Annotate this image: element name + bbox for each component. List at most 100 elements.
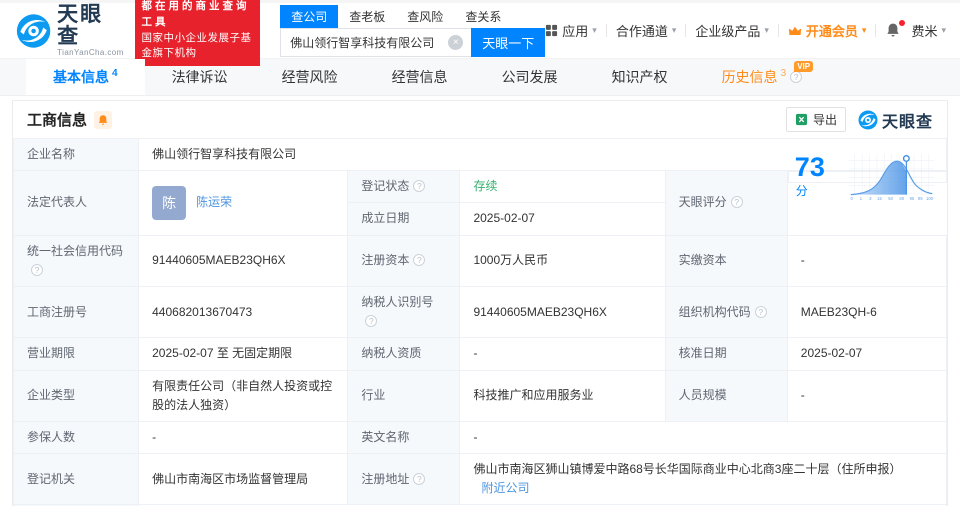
chevron-down-icon: ▾: [941, 25, 946, 35]
brand-name: 天眼查: [57, 2, 104, 48]
nav-item-enterprise-products[interactable]: 企业级产品 ▾: [695, 21, 769, 40]
label-reg-status: 登记状态?: [347, 170, 461, 204]
table-row: 营业期限 2025-02-07 至 无固定期限 纳税人资质 - 核准日期 202…: [12, 337, 948, 371]
crown-icon: [788, 25, 802, 37]
label-company-name: 企业名称: [12, 137, 140, 172]
svg-text:80: 80: [900, 196, 905, 201]
table-row: 法定代表人 陈 陈运荣 登记状态? 存续 天眼评分? 73分 0 1 3 15 …: [12, 153, 947, 236]
value-reg-number: 440682013670473: [138, 285, 349, 339]
section-title: 工商信息: [27, 112, 88, 129]
nearby-companies-link[interactable]: 附近公司: [481, 481, 529, 495]
label-taxpayer-quality: 纳税人资质: [347, 337, 461, 371]
value-approval-date: 2025-02-07: [786, 337, 948, 371]
nav-item-open-vip[interactable]: 开通会员 ▾: [788, 21, 867, 40]
score-unit: 分: [795, 183, 808, 198]
value-legal-rep: 陈 陈运荣: [138, 170, 349, 236]
tab-business-info[interactable]: 经营信息: [365, 59, 475, 95]
notification-dot: [899, 19, 906, 26]
business-info-card: 工商信息 导出 天眼查 企业名称 佛山领行智享科技有限公司 法定代表人 陈 陈运…: [12, 100, 948, 506]
value-industry: 科技推广和应用服务业: [459, 369, 666, 422]
tianyancha-logo-icon: [16, 13, 51, 49]
promo-line-2: 国家中小企业发展子基金旗下机构: [141, 31, 252, 60]
watermark-logo: 天眼查: [858, 108, 933, 132]
value-reg-capital: 1000万人民币: [459, 234, 666, 287]
tab-business-risk[interactable]: 经营风险: [255, 59, 365, 95]
top-header: 天眼查 TianYanCha.com 都在用的商业查询工具 国家中小企业发展子基…: [0, 0, 960, 66]
value-credit-code: 91440605MAEB23QH6X: [138, 234, 349, 287]
svg-text:3: 3: [870, 196, 873, 201]
svg-text:1: 1: [860, 196, 863, 201]
tab-company-development[interactable]: 公司发展: [475, 59, 585, 95]
promo-line-1: 都在用的商业查询工具: [141, 0, 250, 28]
nav-item-cooperation[interactable]: 合作通道 ▾: [616, 21, 677, 40]
help-icon[interactable]: ?: [790, 71, 803, 83]
tab-basic-info[interactable]: 基本信息 4: [26, 59, 145, 95]
label-paid-capital: 实缴资本: [664, 234, 788, 287]
search-button[interactable]: 天眼一下: [471, 27, 546, 57]
tab-history-info[interactable]: 历史信息 3 ? VIP: [695, 59, 830, 95]
divider: [605, 24, 607, 37]
help-icon[interactable]: ?: [31, 263, 43, 276]
value-staff-size: -: [786, 369, 948, 422]
label-tyc-score: 天眼评分?: [664, 170, 788, 236]
table-row: 统一社会信用代码? 91440605MAEB23QH6X 注册资本? 1000万…: [12, 234, 948, 287]
label-approval-date: 核准日期: [664, 337, 788, 371]
chevron-down-icon: ▾: [592, 25, 597, 35]
help-icon[interactable]: ?: [754, 305, 767, 318]
value-paid-capital: -: [786, 234, 948, 287]
help-icon[interactable]: ?: [730, 196, 743, 209]
nav-item-user[interactable]: 费米 ▾: [911, 21, 946, 40]
svg-text:99: 99: [918, 196, 923, 201]
business-info-table: 企业名称 佛山领行智享科技有限公司 法定代表人 陈 陈运荣 登记状态? 存续 天…: [12, 137, 948, 506]
value-taxpayer-quality: -: [459, 337, 666, 371]
chevron-down-icon: ▾: [861, 25, 867, 35]
excel-icon: [795, 113, 808, 126]
chevron-down-icon: ▾: [671, 25, 677, 35]
label-staff-size: 人员规模: [664, 369, 788, 422]
tab-intellectual-property[interactable]: 知识产权: [585, 59, 695, 95]
help-icon[interactable]: ?: [365, 315, 378, 328]
apps-grid-icon: [545, 24, 558, 37]
value-english-name: -: [459, 420, 947, 455]
table-row: 参保人数 - 英文名称 -: [12, 420, 947, 455]
value-insured-count: -: [138, 420, 349, 455]
vip-badge: VIP: [794, 61, 814, 72]
company-search-input[interactable]: [280, 27, 472, 57]
brand-domain: TianYanCha.com: [57, 48, 124, 58]
search-tab-company[interactable]: 查公司: [280, 4, 339, 28]
value-establish-date: 2025-02-07: [459, 202, 666, 236]
help-icon[interactable]: ?: [413, 254, 426, 267]
score-value: 73: [794, 151, 825, 182]
label-taxpayer-id: 纳税人识别号?: [347, 285, 461, 339]
label-reg-number: 工商注册号: [12, 285, 140, 339]
help-icon[interactable]: ?: [413, 180, 426, 193]
chevron-down-icon: ▾: [764, 25, 769, 35]
label-credit-code: 统一社会信用代码?: [12, 234, 140, 287]
search-tab-boss[interactable]: 查老板: [338, 5, 396, 28]
svg-text:100: 100: [926, 196, 934, 201]
clear-search-icon[interactable]: ×: [448, 34, 464, 50]
nav-item-apps[interactable]: 应用 ▾: [545, 21, 597, 40]
notification-bell-icon[interactable]: [885, 19, 906, 40]
promo-banner: 都在用的商业查询工具 国家中小企业发展子基金旗下机构: [134, 0, 261, 66]
legal-rep-link[interactable]: 陈运荣: [196, 193, 232, 212]
tianyancha-logo-icon: [858, 110, 878, 130]
label-legal-rep: 法定代表人: [12, 170, 140, 236]
table-row: 登记机关 佛山市南海区市场监督管理局 注册地址? 佛山市南海区狮山镇博爱中路68…: [12, 453, 947, 506]
status-badge: 存续: [473, 179, 498, 194]
score-marker-pin: [903, 155, 911, 163]
export-button[interactable]: 导出: [785, 107, 846, 132]
search-tab-relation[interactable]: 查关系: [454, 5, 512, 28]
label-business-term: 营业期限: [12, 337, 140, 371]
search-tab-risk[interactable]: 查风险: [396, 5, 454, 28]
tianyancha-logo[interactable]: 天眼查 TianYanCha.com: [16, 2, 125, 58]
value-reg-authority: 佛山市南海区市场监督管理局: [138, 453, 349, 506]
divider: [875, 24, 877, 37]
subscribe-bell-icon[interactable]: [94, 110, 113, 129]
divider: [777, 24, 779, 37]
tab-legal-proceedings[interactable]: 法律诉讼: [145, 59, 255, 95]
value-taxpayer-id: 91440605MAEB23QH6X: [459, 285, 666, 339]
svg-text:50: 50: [889, 196, 894, 201]
help-icon[interactable]: ?: [413, 472, 426, 485]
value-business-term: 2025-02-07 至 无固定期限: [138, 337, 349, 371]
